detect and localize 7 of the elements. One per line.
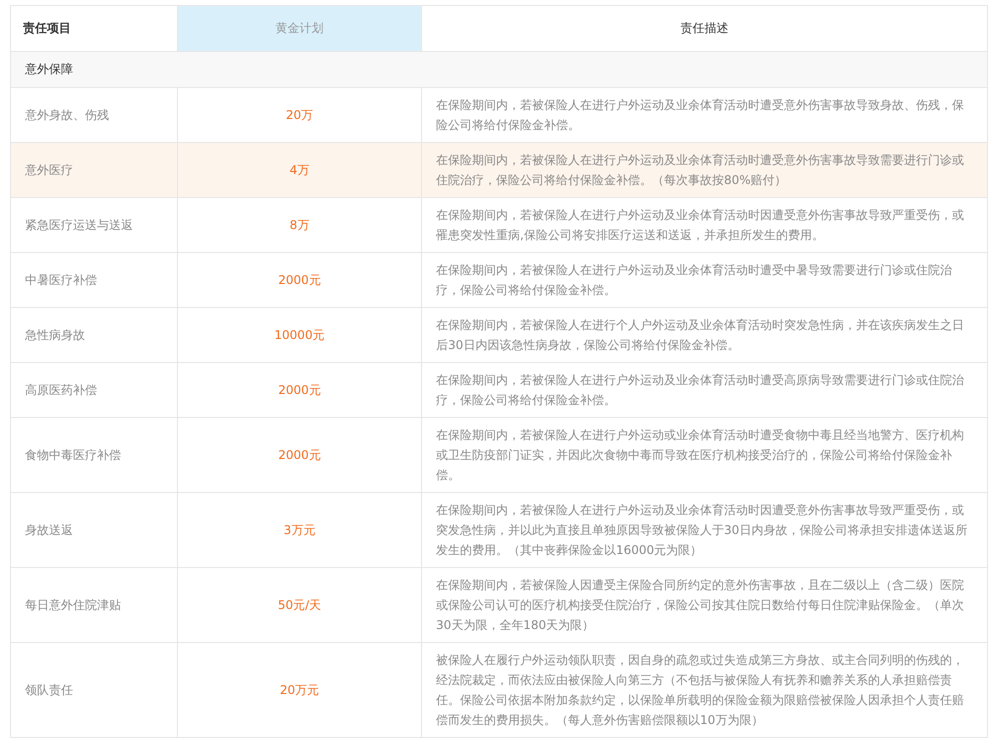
column-header: 黄金计划 [178, 6, 422, 52]
column-header: 责任描述 [422, 6, 988, 52]
section-header: 意外保障 [10, 52, 988, 88]
description-cell: 被保险人在履行户外运动领队职责，因自身的疏忽或过失造成第三方身故、或主合同列明的伤残的，经法院裁定，而依法应由被保险人向第三方（不包括与被保险人有抚养和赡养关系的人承担赔偿责任。保险公司依据本附加条款约定，以保险单所载明的保险金额为限赔偿被保险人因承担个人责任赔偿而发生的费用损失。（每人意外伤害赔偿限额以10万为限） [422, 642, 988, 738]
amount-cell: 20万元 [178, 642, 422, 738]
item-cell: 领队责任 [10, 642, 178, 738]
column-header: 责任项目 [10, 6, 178, 52]
